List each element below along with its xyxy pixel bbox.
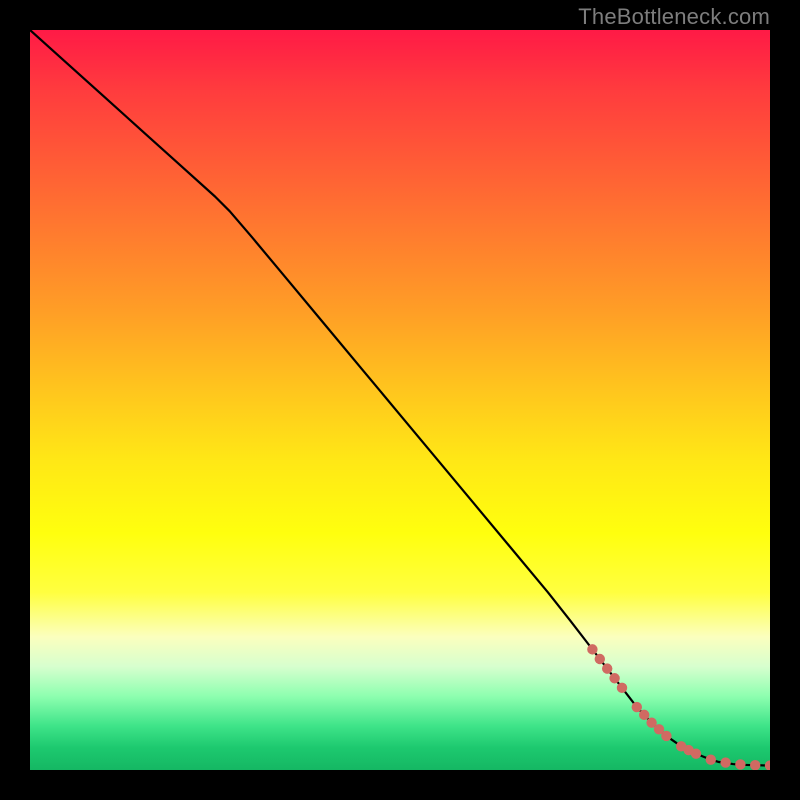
data-marker xyxy=(646,717,656,727)
data-marker xyxy=(602,663,612,673)
data-marker xyxy=(587,644,597,654)
data-marker xyxy=(654,724,664,734)
data-marker xyxy=(691,749,701,759)
data-marker xyxy=(683,745,693,755)
data-marker xyxy=(661,731,671,741)
curve-line xyxy=(30,30,770,766)
data-marker xyxy=(609,673,619,683)
data-marker xyxy=(639,710,649,720)
data-marker xyxy=(735,759,745,769)
marker-group xyxy=(587,644,770,770)
line-layer xyxy=(30,30,770,770)
data-marker xyxy=(750,760,760,770)
watermark-text: TheBottleneck.com xyxy=(578,4,770,30)
data-marker xyxy=(617,683,627,693)
data-marker xyxy=(706,754,716,764)
data-marker xyxy=(765,760,770,770)
data-marker xyxy=(595,654,605,664)
data-marker xyxy=(676,741,686,751)
data-marker xyxy=(720,757,730,767)
chart-stage: TheBottleneck.com xyxy=(0,0,800,800)
plot-area xyxy=(30,30,770,770)
data-marker xyxy=(632,702,642,712)
